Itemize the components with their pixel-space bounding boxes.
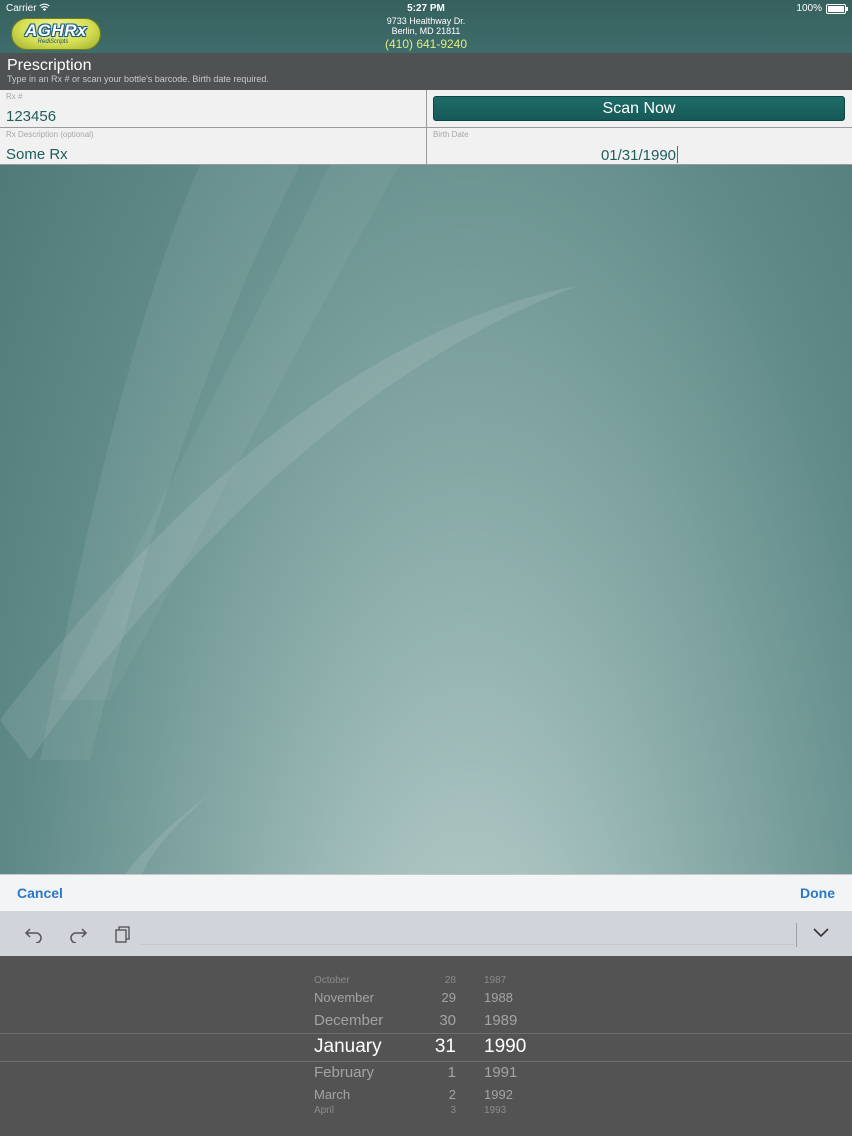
section-title: Prescription	[7, 57, 92, 74]
rx-number-value[interactable]: 123456	[6, 108, 56, 125]
picker-toolbar: Cancel Done	[0, 874, 852, 912]
picker-selection-bottom	[0, 1061, 852, 1062]
text-caret	[677, 146, 679, 163]
picker-month-option[interactable]: February	[314, 1064, 414, 1081]
scan-now-button[interactable]: Scan Now	[433, 96, 845, 121]
birth-date-value-wrap[interactable]: 01/31/1990	[427, 146, 852, 164]
birth-date-label: Birth Date	[433, 130, 469, 139]
battery-percent: 100%	[796, 3, 822, 14]
picker-day-selected[interactable]: 31	[412, 1036, 456, 1058]
picker-year-option[interactable]: 1992	[484, 1087, 544, 1102]
picker-month-option[interactable]: April	[314, 1105, 414, 1116]
redo-icon[interactable]	[68, 925, 88, 943]
status-time: 5:27 PM	[407, 3, 445, 14]
cancel-button[interactable]: Cancel	[17, 885, 63, 901]
address-line-1: 9733 Healthway Dr.	[386, 16, 466, 26]
picker-day-option[interactable]: 28	[412, 975, 456, 986]
picker-day-option[interactable]: 1	[412, 1064, 456, 1081]
picker-selection-top	[0, 1033, 852, 1034]
picker-year-option[interactable]: 1987	[484, 975, 544, 986]
picker-month-option[interactable]: March	[314, 1087, 414, 1102]
address-line-2: Berlin, MD 21811	[391, 26, 461, 36]
picker-day-option[interactable]: 3	[412, 1105, 456, 1116]
picker-year-selected[interactable]: 1990	[484, 1036, 544, 1058]
section-subtitle: Type in an Rx # or scan your bottle's ba…	[7, 74, 269, 84]
picker-day-option[interactable]: 2	[412, 1087, 456, 1102]
rx-description-value[interactable]: Some Rx	[6, 146, 68, 163]
scan-cell: Scan Now	[427, 90, 852, 128]
picker-month-option[interactable]: October	[314, 975, 414, 986]
prescription-header: Prescription Type in an Rx # or scan you…	[0, 53, 852, 90]
birth-date-field[interactable]: Birth Date 01/31/1990	[427, 128, 852, 165]
prescription-form: Rx # 123456 Scan Now Rx Description (opt…	[0, 90, 852, 165]
picker-month-option[interactable]: December	[314, 1012, 414, 1029]
paste-icon[interactable]	[114, 925, 132, 943]
rx-description-field[interactable]: Rx Description (optional) Some Rx	[0, 128, 427, 165]
date-picker[interactable]: October November December January February Ma…	[0, 956, 852, 1136]
picker-day-option[interactable]: 29	[412, 990, 456, 1005]
picker-month-option[interactable]: November	[314, 990, 414, 1005]
keyboard-bar-divider	[140, 944, 794, 945]
chevron-down-icon[interactable]	[812, 925, 830, 939]
rx-description-label: Rx Description (optional)	[6, 130, 94, 139]
rx-number-label: Rx #	[6, 92, 23, 101]
undo-icon[interactable]	[24, 925, 44, 943]
picker-year-option[interactable]: 1991	[484, 1064, 544, 1081]
picker-year-option[interactable]: 1989	[484, 1012, 544, 1029]
status-battery: 100%	[796, 3, 848, 14]
done-button[interactable]: Done	[800, 885, 835, 901]
picker-year-option[interactable]: 1988	[484, 990, 544, 1005]
rx-number-field[interactable]: Rx # 123456	[0, 90, 427, 128]
picker-day-option[interactable]: 30	[412, 1012, 456, 1029]
keyboard-shortcut-bar	[0, 911, 852, 956]
keyboard-bar-separator	[796, 923, 797, 947]
picker-month-selected[interactable]: January	[314, 1036, 414, 1058]
battery-icon	[826, 3, 848, 14]
app-header: Carrier 5:27 PM 100% AGHRx RediScripts 9…	[0, 0, 852, 53]
birth-date-value[interactable]: 01/31/1990	[601, 147, 676, 164]
picker-year-option[interactable]: 1993	[484, 1105, 544, 1116]
phone-link[interactable]: (410) 641-9240	[0, 37, 852, 51]
